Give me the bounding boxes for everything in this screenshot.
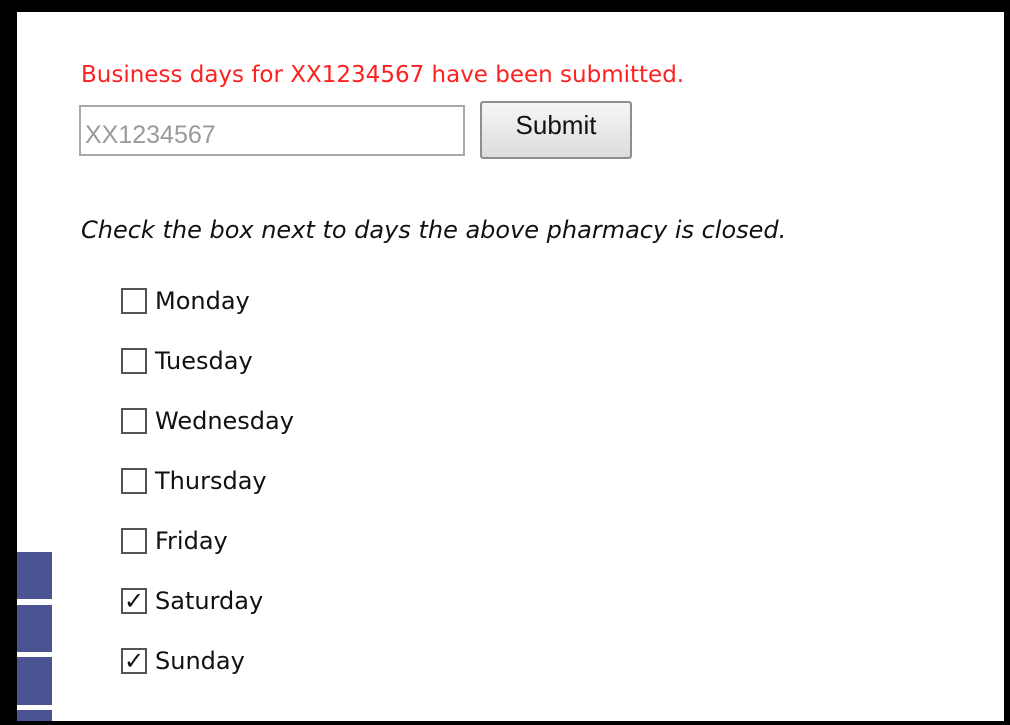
day-label: Wednesday <box>155 407 294 435</box>
window-frame-right <box>1004 0 1010 725</box>
submit-button[interactable]: Submit <box>480 101 632 159</box>
day-option-thursday[interactable]: ✓ Thursday <box>121 451 294 511</box>
day-option-saturday[interactable]: ✓ Saturday <box>121 571 294 631</box>
day-option-monday[interactable]: ✓ Monday <box>121 271 294 331</box>
checkmark-icon: ✓ <box>123 587 145 615</box>
closed-days-list: ✓ Monday ✓ Tuesday ✓ Wednesday ✓ Thursda… <box>121 271 294 691</box>
side-nav-tab[interactable] <box>17 605 52 652</box>
day-label: Saturday <box>155 587 264 615</box>
side-nav-tab[interactable] <box>17 552 52 599</box>
day-option-sunday[interactable]: ✓ Sunday <box>121 631 294 691</box>
day-option-wednesday[interactable]: ✓ Wednesday <box>121 391 294 451</box>
day-label: Tuesday <box>155 347 253 375</box>
submission-status-message: Business days for XX1234567 have been su… <box>81 62 685 88</box>
checkbox-wednesday[interactable]: ✓ <box>121 408 147 434</box>
pharmacy-id-input[interactable] <box>79 105 465 156</box>
checkbox-thursday[interactable]: ✓ <box>121 468 147 494</box>
checkbox-saturday[interactable]: ✓ <box>121 588 147 614</box>
day-option-tuesday[interactable]: ✓ Tuesday <box>121 331 294 391</box>
day-label: Thursday <box>155 467 267 495</box>
window-frame-left <box>0 0 17 725</box>
checkbox-monday[interactable]: ✓ <box>121 288 147 314</box>
side-nav-tab[interactable] <box>17 657 52 705</box>
day-label: Sunday <box>155 647 245 675</box>
checkbox-tuesday[interactable]: ✓ <box>121 348 147 374</box>
day-label: Friday <box>155 527 228 555</box>
window-frame-bottom <box>0 721 1010 725</box>
window-frame-top <box>0 0 1010 12</box>
checkbox-friday[interactable]: ✓ <box>121 528 147 554</box>
day-label: Monday <box>155 287 250 315</box>
checkbox-sunday[interactable]: ✓ <box>121 648 147 674</box>
checkmark-icon: ✓ <box>123 647 145 675</box>
side-nav-tab[interactable] <box>17 710 52 721</box>
closed-days-instructions: Check the box next to days the above pha… <box>81 216 787 244</box>
day-option-friday[interactable]: ✓ Friday <box>121 511 294 571</box>
